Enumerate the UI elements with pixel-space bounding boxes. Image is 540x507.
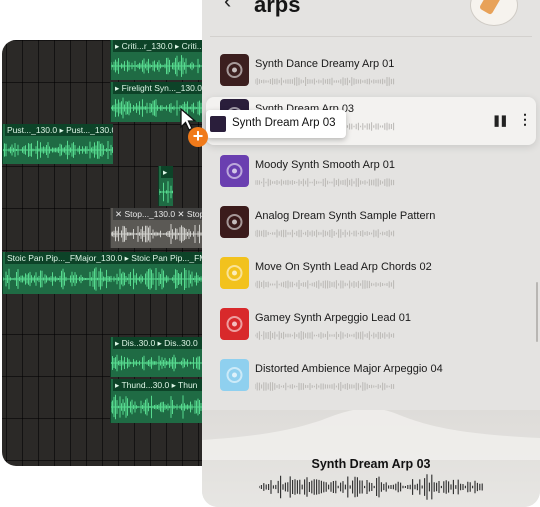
- sample-name: Move On Synth Lead Arp Chords 02: [255, 261, 432, 273]
- clip-label: Pust..._130.0 ▸ Pust..._130.0: [5, 124, 113, 136]
- clip-waveform: [3, 138, 113, 162]
- sample-row[interactable]: Analog Dream Synth Sample Pattern: [210, 204, 534, 252]
- sample-artwork: [220, 54, 249, 86]
- drag-ghost-artwork: [210, 116, 226, 132]
- sample-artwork: [220, 308, 249, 340]
- page-title: arps: [254, 0, 301, 17]
- header-divider: [210, 36, 532, 37]
- daw-timeline[interactable]: ▸ Criti...r_130.0 ▸ Criti..._130.0 ▸ Fir…: [2, 40, 224, 466]
- now-playing-waveform[interactable]: [258, 474, 483, 500]
- clip-label: Stoic Pan Pip..._FMajor_130.0 ▸ Stoic Pa…: [5, 252, 224, 264]
- pack-cover-icon[interactable]: [470, 0, 518, 26]
- sample-row[interactable]: Gamey Synth Arpeggio Lead 01: [210, 306, 534, 354]
- clip-label: ▸: [161, 166, 173, 178]
- sample-name: Gamey Synth Arpeggio Lead 01: [255, 312, 411, 324]
- sample-name: Moody Synth Smooth Arp 01: [255, 159, 396, 171]
- scrollbar[interactable]: [536, 282, 538, 342]
- sample-name: Analog Dream Synth Sample Pattern: [255, 210, 436, 222]
- panel-header: ‹ arps: [202, 0, 540, 36]
- sample-artwork: [220, 206, 249, 238]
- audio-clip[interactable]: ▸: [158, 166, 173, 206]
- sample-mini-waveform: [254, 327, 395, 340]
- sample-artwork: [220, 155, 249, 187]
- sample-row[interactable]: Synth Dance Dreamy Arp 01: [210, 52, 534, 100]
- sample-mini-waveform: [254, 174, 395, 187]
- sample-name: Synth Dance Dreamy Arp 01: [255, 58, 395, 70]
- player-backdrop: [202, 410, 540, 460]
- sample-mini-waveform: [254, 225, 395, 238]
- sample-row[interactable]: Distorted Ambience Major Arpeggio 04: [210, 357, 534, 405]
- sample-artwork: [220, 359, 249, 391]
- clip-waveform: [3, 266, 224, 292]
- pause-button[interactable]: ❚❚: [492, 114, 509, 127]
- sample-mini-waveform: [254, 73, 395, 86]
- sample-name: Distorted Ambience Major Arpeggio 04: [255, 363, 443, 375]
- sample-mini-waveform: [254, 378, 395, 391]
- clip-waveform: [159, 180, 173, 204]
- audio-clip[interactable]: Stoic Pan Pip..._FMajor_130.0 ▸ Stoic Pa…: [2, 252, 224, 294]
- drag-ghost-name: Synth Dream Arp 03: [232, 117, 336, 129]
- sample-artwork: [220, 257, 249, 289]
- drag-ghost: Synth Dream Arp 03: [206, 110, 346, 138]
- now-playing-title: Synth Dream Arp 03: [311, 457, 431, 471]
- now-playing-bar: Synth Dream Arp 03: [202, 410, 540, 507]
- sample-row[interactable]: Moody Synth Smooth Arp 01: [210, 153, 534, 201]
- add-plus-icon: +: [188, 127, 208, 147]
- more-options-button[interactable]: ⋮: [518, 111, 532, 128]
- sample-mini-waveform: [254, 276, 395, 289]
- audio-clip[interactable]: Pust..._130.0 ▸ Pust..._130.0: [2, 124, 113, 164]
- back-button[interactable]: ‹: [224, 0, 231, 14]
- sample-row[interactable]: Move On Synth Lead Arp Chords 02: [210, 255, 534, 303]
